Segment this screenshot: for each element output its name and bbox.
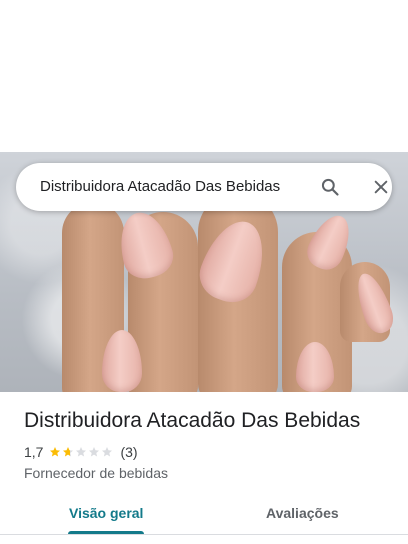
tab-bar: Visão geral Avaliações: [0, 496, 408, 544]
rating-stars: [49, 446, 114, 458]
star-icon: [102, 447, 113, 457]
place-category[interactable]: Fornecedor de bebidas: [24, 465, 168, 481]
star-icon: [63, 447, 74, 457]
rating-value: 1,7: [24, 444, 44, 460]
star-icon: [76, 447, 87, 457]
star-icon: [50, 447, 61, 457]
search-icon[interactable]: [318, 175, 342, 199]
rating-row[interactable]: 1,7 (3): [24, 444, 138, 460]
place-title: Distribuidora Atacadão Das Bebidas: [24, 409, 361, 432]
tabs-divider: [0, 534, 408, 535]
review-count[interactable]: (3): [120, 444, 137, 460]
top-blank-area: [0, 0, 408, 152]
star-icon: [89, 447, 100, 457]
search-bar[interactable]: Distribuidora Atacadão Das Bebidas: [16, 163, 392, 211]
close-icon[interactable]: [369, 175, 393, 199]
search-input[interactable]: Distribuidora Atacadão Das Bebidas: [40, 178, 290, 195]
tab-reviews[interactable]: Avaliações: [266, 505, 339, 521]
tab-overview[interactable]: Visão geral: [69, 505, 143, 521]
